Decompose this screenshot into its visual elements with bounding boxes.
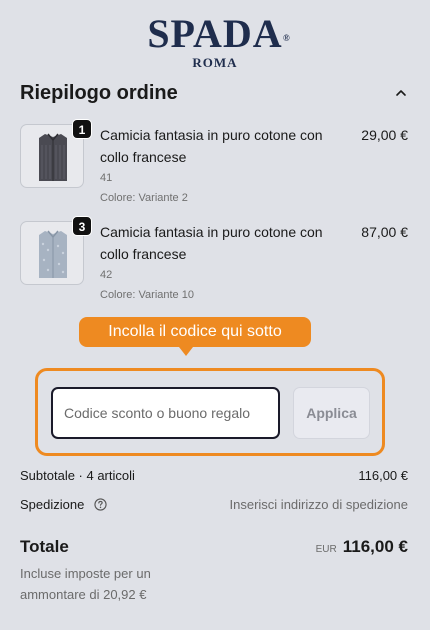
brand-logo[interactable]: SPADA ® ROMA [0, 12, 430, 70]
total-label: Totale [20, 537, 69, 556]
product-name: Camicia fantasia in puro cotone con coll… [100, 127, 323, 165]
discount-code-section: Applica [35, 368, 385, 456]
quantity-badge: 3 [72, 216, 92, 236]
order-line-item: 1 Camicia fantasia in puro cotone con co… [20, 119, 410, 204]
subtotal-row: Subtotale · 4 articoli 116,00 € [20, 467, 408, 485]
total-row: Totale EUR 116,00 € [20, 535, 408, 559]
shipping-row: Spedizione Inserisci indirizzo di spediz… [20, 496, 408, 514]
brand-city: ROMA [192, 55, 238, 70]
brand-name: SPADA [147, 11, 283, 56]
product-price: 29,00 € [361, 127, 408, 143]
product-thumbnail: 3 [20, 216, 92, 285]
discount-tooltip-text: Incolla il codice qui sotto [108, 323, 282, 340]
product-thumbnail: 1 [20, 119, 92, 188]
tooltip-arrow [179, 347, 193, 356]
product-color: Colore: Variante 10 [100, 289, 194, 301]
product-name: Camicia fantasia in puro cotone con coll… [100, 224, 323, 262]
question-circle-icon[interactable] [94, 498, 107, 511]
shipping-value: Inserisci indirizzo di spedizione [229, 497, 408, 512]
order-summary-title: Riepilogo ordine [20, 82, 178, 104]
order-line-item: 3 Camicia fantasia in puro cotone con co… [20, 216, 410, 301]
total-value: 116,00 € [342, 537, 408, 556]
chevron-up-icon [396, 90, 406, 96]
subtotal-label: Subtotale · 4 articoli [20, 468, 135, 483]
apply-discount-button[interactable]: Applica [293, 387, 370, 439]
subtotal-value: 116,00 € [358, 468, 408, 483]
shipping-label: Spedizione [20, 497, 85, 512]
registered-mark: ® [282, 33, 291, 43]
currency-code: EUR [315, 544, 337, 555]
discount-tooltip: Incolla il codice qui sotto [79, 317, 311, 356]
product-size: 41 [100, 172, 113, 184]
tax-note: Incluse imposte per un ammontare di 20,9… [20, 566, 151, 602]
discount-code-input[interactable] [51, 387, 280, 439]
product-color: Colore: Variante 2 [100, 192, 188, 204]
product-price: 87,00 € [361, 224, 408, 240]
product-size: 42 [100, 269, 113, 281]
order-summary-toggle[interactable]: Riepilogo ordine [20, 80, 410, 106]
quantity-badge: 1 [72, 119, 92, 139]
